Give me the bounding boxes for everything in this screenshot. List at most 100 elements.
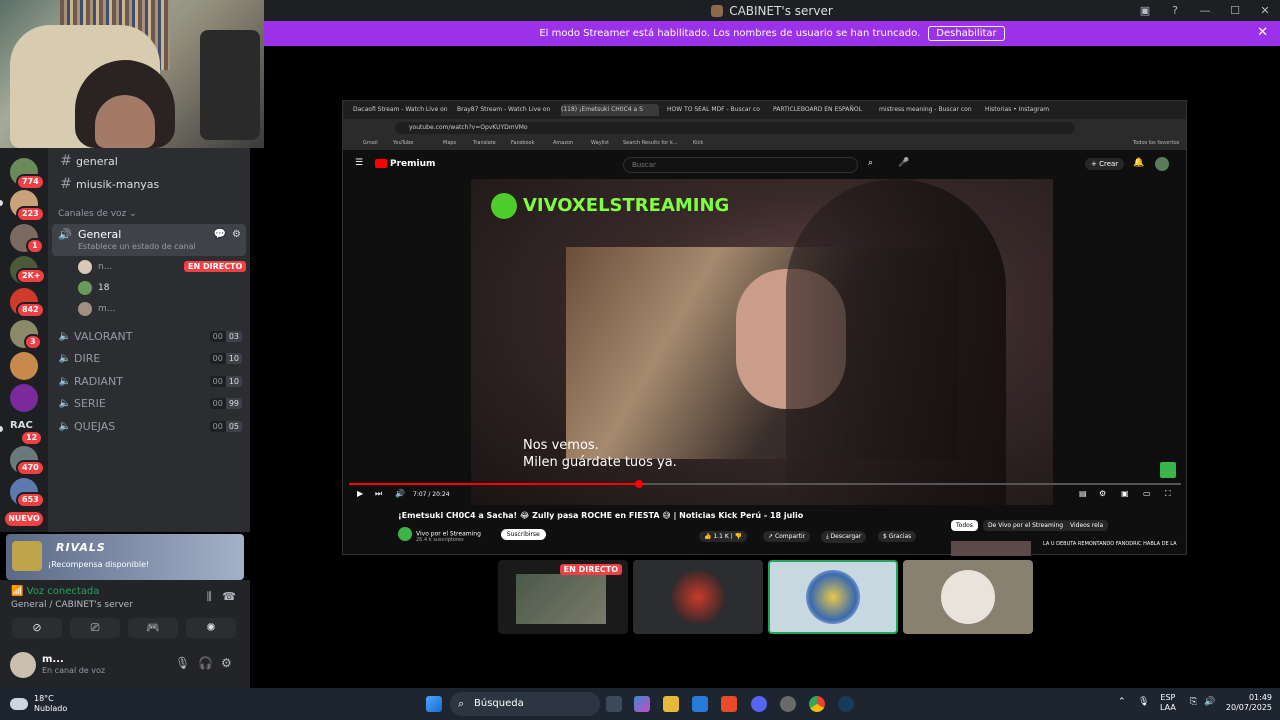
task-view-icon[interactable] — [606, 696, 622, 712]
voice-user[interactable]: m... — [78, 300, 115, 318]
bookmark[interactable]: Maps — [443, 140, 456, 146]
youtube-search-input[interactable]: Buscar — [623, 157, 858, 173]
soundboard-button[interactable]: ✺ — [186, 618, 236, 638]
video-progress-bar[interactable] — [349, 480, 1181, 488]
play-icon[interactable]: ▶ — [357, 489, 363, 498]
minimize-button[interactable]: — — [1190, 4, 1220, 17]
voice-user[interactable]: 18 — [78, 279, 109, 297]
miniplayer-icon[interactable]: ▣ — [1121, 489, 1129, 498]
stream-view[interactable]: Dacaofi Stream - Watch Live on Bray87 St… — [342, 100, 1187, 556]
username[interactable]: m... — [42, 654, 64, 665]
add-member-icon[interactable]: ⚙ — [232, 229, 241, 240]
app-icon[interactable] — [780, 696, 796, 712]
bookmark[interactable]: Gmail — [363, 140, 378, 146]
next-icon[interactable]: ⏭ — [375, 489, 382, 499]
network-icon[interactable]: ⎘ — [1190, 697, 1197, 707]
chip-related[interactable]: Videos rela — [1065, 520, 1109, 531]
copilot-icon[interactable] — [634, 696, 650, 712]
weather-widget[interactable]: 18°C Nublado — [10, 694, 67, 714]
bookmark[interactable]: Amazon — [553, 140, 573, 146]
close-icon[interactable]: ✕ — [1257, 25, 1268, 40]
recommended-title[interactable]: LA U DEBUTA REMONTANDO FANODRIC HABLA DE… — [1043, 541, 1177, 548]
inbox-icon[interactable]: ▣ — [1130, 4, 1160, 17]
create-button[interactable]: + Crear — [1085, 158, 1125, 170]
channel-status[interactable]: Establece un estado de canal — [78, 242, 196, 251]
menu-icon[interactable]: ☰ — [355, 158, 363, 168]
voice-location[interactable]: General / CABINET's server — [11, 600, 133, 610]
url-field[interactable]: youtube.com/watch?v=OpvKUYDmVMo — [395, 122, 1075, 134]
recommended-thumbnail[interactable] — [951, 541, 1031, 556]
bookmark[interactable]: Translate — [473, 140, 496, 146]
browser-tab-active[interactable]: (118) ¡Emetsuki CH0C4 a S — [561, 104, 659, 116]
voice-channel-valorant[interactable]: 🔈 VALORANT 00 03 — [56, 326, 244, 346]
settings-icon[interactable]: ⚙ — [221, 656, 232, 670]
discord-icon[interactable] — [751, 696, 767, 712]
bookmark[interactable]: Kick — [693, 140, 703, 146]
participant-tile-stream[interactable]: EN DIRECTO — [498, 560, 628, 634]
all-bookmarks[interactable]: Todos los favoritos — [1133, 140, 1179, 146]
fullscreen-icon[interactable]: ⛶ — [1165, 489, 1171, 499]
thanks-button[interactable]: $ Gracias — [878, 531, 917, 542]
voice-connected-label[interactable]: 📶 Voz conectada — [11, 586, 99, 597]
subscribe-button[interactable]: Suscribirse — [500, 528, 546, 540]
steam-icon[interactable] — [838, 696, 854, 712]
search-icon[interactable]: ⌕ — [868, 158, 873, 168]
volume-icon[interactable]: 🔊 — [395, 489, 405, 498]
clock[interactable]: 01:49 20/07/2025 — [1224, 693, 1272, 713]
browser-tab[interactable]: PARTICLEBOARD EN ESPAÑOL — [773, 104, 873, 116]
language-indicator[interactable]: ESP LAA — [1160, 693, 1176, 713]
browser-tab[interactable]: Historias • Instagram — [985, 104, 1075, 116]
participant-tile[interactable] — [633, 560, 763, 634]
start-icon[interactable] — [426, 696, 442, 712]
browser-tab[interactable]: mistress meaning - Buscar con — [879, 104, 979, 116]
chip-channel[interactable]: De Vivo por el Streaming — [983, 520, 1069, 531]
voice-user[interactable]: n... — [78, 258, 112, 276]
chip-all[interactable]: Todos — [951, 520, 978, 531]
voice-channel-quejas[interactable]: 🔈 QUEJAS 00 05 — [56, 416, 244, 436]
help-icon[interactable]: ? — [1160, 4, 1190, 17]
participant-tile-speaking[interactable] — [768, 560, 898, 634]
avatar[interactable] — [1155, 157, 1169, 171]
disconnect-icon[interactable]: ☎ — [222, 590, 236, 603]
bookmark[interactable]: Facebook — [511, 140, 535, 146]
chevron-up-icon[interactable]: ⌃ — [1118, 697, 1126, 707]
avatar[interactable] — [10, 652, 36, 678]
settings-icon[interactable]: ⚙ — [1099, 489, 1106, 498]
new-badge[interactable]: NUEVO — [5, 512, 43, 526]
voice-channel-general[interactable]: 🔊 General Establece un estado de canal 💬… — [52, 224, 246, 256]
disable-button[interactable]: Deshabilitar — [928, 26, 1005, 41]
like-button[interactable]: 👍 1.1 K | 👎 — [699, 531, 748, 542]
rivals-promo[interactable]: RIVALS ¡Recompensa disponible! — [6, 534, 244, 580]
channel-avatar[interactable] — [398, 527, 412, 541]
browser-tab[interactable]: Bray87 Stream - Watch Live on — [457, 104, 551, 116]
microphone-icon[interactable]: 🎙 — [175, 656, 190, 670]
channel-general[interactable]: # general — [56, 151, 244, 171]
server-icon-7[interactable] — [10, 352, 38, 380]
youtube-logo[interactable]: Premium — [375, 159, 435, 169]
screen-share-button[interactable]: ⎚ — [70, 618, 120, 638]
subtitles-icon[interactable]: ▤ — [1079, 489, 1087, 498]
voice-category[interactable]: Canales de voz ⌄ — [58, 209, 137, 219]
voice-channel-serie[interactable]: 🔈 SERIE 00 99 — [56, 393, 244, 413]
voice-channel-dire[interactable]: 🔈 DIRE 00 10 — [56, 348, 244, 368]
bookmark[interactable]: Search Results for k... — [623, 140, 678, 146]
browser-tab[interactable]: Dacaofi Stream - Watch Live on — [353, 104, 449, 116]
microphone-icon[interactable]: 🎙 — [1138, 697, 1149, 707]
chat-icon[interactable]: 💬 — [214, 229, 226, 240]
headphones-icon[interactable]: 🎧 — [198, 656, 213, 670]
download-button[interactable]: ⤓ Descargar — [821, 531, 867, 543]
share-button[interactable]: ↗ Compartir — [763, 531, 811, 542]
channel-miusik-manyas[interactable]: # miusik-manyas — [56, 174, 244, 194]
participant-tile[interactable] — [903, 560, 1033, 634]
activities-button[interactable]: 🎮 — [128, 618, 178, 638]
brave-icon[interactable] — [721, 696, 737, 712]
taskbar-search[interactable]: ⌕ Búsqueda — [450, 692, 600, 716]
theater-icon[interactable]: ▭ — [1143, 489, 1151, 498]
notifications-icon[interactable]: 🔔 — [1133, 158, 1144, 168]
video-player[interactable]: VIVOXELSTREAMING Nos vemos. Milen guárdat… — [471, 179, 1053, 505]
mic-icon[interactable]: 🎤 — [898, 158, 909, 168]
file-explorer-icon[interactable] — [663, 696, 679, 712]
store-icon[interactable] — [692, 696, 708, 712]
maximize-button[interactable]: ☐ — [1220, 4, 1250, 17]
noise-suppression-icon[interactable]: ⫼ — [207, 590, 212, 603]
